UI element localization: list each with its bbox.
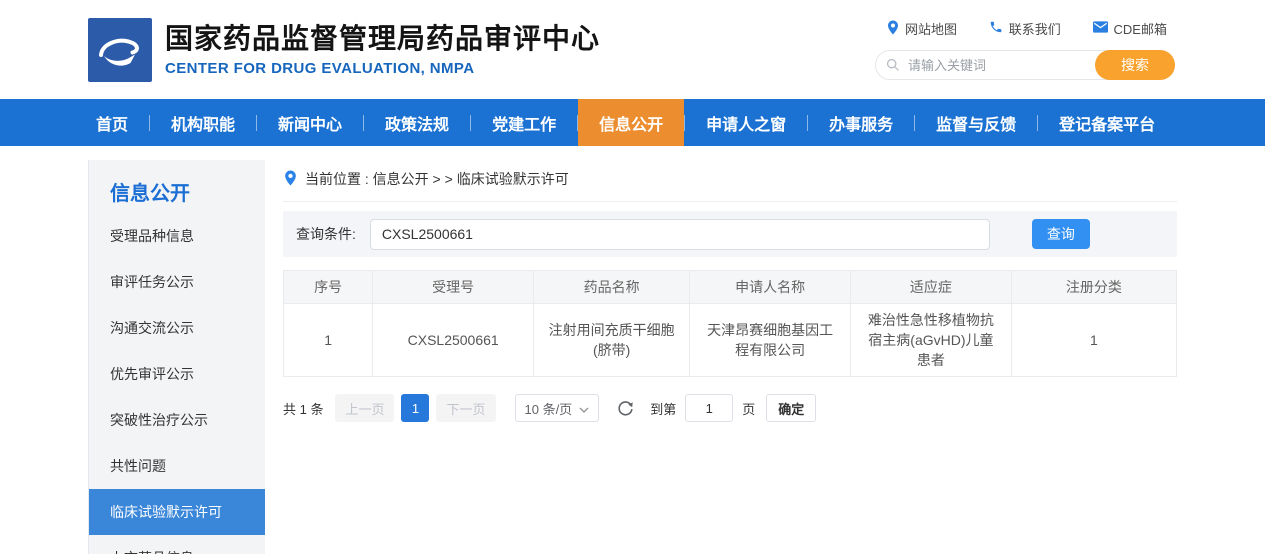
cell-index: 1	[284, 304, 373, 377]
site-header: 国家药品监督管理局药品审评中心 CENTER FOR DRUG EVALUATI…	[0, 0, 1265, 99]
nav-item-party-building[interactable]: 党建工作	[471, 99, 577, 146]
goto-page-suffix: 页	[742, 399, 755, 418]
nav-item-services[interactable]: 办事服务	[808, 99, 914, 146]
col-header-drug-name: 药品名称	[534, 271, 690, 304]
phone-icon	[989, 20, 1003, 37]
nav-item-info-disclosure[interactable]: 信息公开	[578, 99, 684, 146]
cde-logo-icon	[88, 18, 152, 82]
query-condition-input[interactable]	[370, 219, 990, 250]
sidebar-item-breakthrough-therapy[interactable]: 突破性治疗公示	[89, 397, 265, 443]
main-panel: 当前位置 : 信息公开 > > 临床试验默示许可 查询条件: 查询 序号	[283, 160, 1177, 554]
refresh-icon[interactable]	[617, 400, 634, 417]
cell-drug-name: 注射用间充质干细胞(脐带)	[534, 304, 690, 377]
nav-item-supervision-feedback[interactable]: 监督与反馈	[915, 99, 1037, 146]
link-sitemap-label: 网站地图	[905, 19, 957, 38]
site-subtitle: CENTER FOR DRUG EVALUATION, NMPA	[165, 60, 600, 77]
nav-item-home[interactable]: 首页	[88, 99, 149, 146]
nav-item-policy[interactable]: 政策法规	[364, 99, 470, 146]
brand[interactable]: 国家药品监督管理局药品审评中心 CENTER FOR DRUG EVALUATI…	[88, 18, 600, 82]
query-label: 查询条件:	[296, 224, 356, 244]
col-header-index: 序号	[284, 271, 373, 304]
sidebar-item-communication[interactable]: 沟通交流公示	[89, 305, 265, 351]
main-nav: 首页 机构职能 新闻中心 政策法规 党建工作 信息公开 申请人之窗 办事服务 监…	[0, 99, 1265, 146]
pagination-total: 共 1 条	[283, 399, 323, 418]
page-number-1[interactable]: 1	[401, 394, 429, 422]
sidebar-item-marketed-drugs[interactable]: 上市药品信息	[89, 535, 265, 554]
nav-item-registration-platform[interactable]: 登记备案平台	[1038, 99, 1176, 146]
sidebar-item-clinical-trial-implied-license[interactable]: 临床试验默示许可	[89, 489, 265, 535]
link-cde-mail-label: CDE邮箱	[1114, 19, 1167, 38]
query-panel: 查询条件: 查询	[283, 211, 1177, 257]
col-header-acceptance-no: 受理号	[373, 271, 534, 304]
sidebar: 信息公开 受理品种信息 审评任务公示 沟通交流公示 优先审评公示 突破性治疗公示…	[88, 160, 265, 554]
header-right: 网站地图 联系我们 CDE邮箱	[875, 19, 1177, 80]
table-row: 1 CXSL2500661 注射用间充质干细胞(脐带) 天津昂赛细胞基因工程有限…	[284, 304, 1177, 377]
brand-text: 国家药品监督管理局药品审评中心 CENTER FOR DRUG EVALUATI…	[165, 23, 600, 77]
prev-page-button[interactable]: 上一页	[335, 394, 394, 422]
pagination: 共 1 条 上一页 1 下一页 10 条/页 到第 页	[283, 394, 1177, 422]
next-page-button[interactable]: 下一页	[436, 394, 495, 422]
breadcrumb: 当前位置 : 信息公开 > > 临床试验默示许可	[283, 160, 1177, 202]
page: 国家药品监督管理局药品审评中心 CENTER FOR DRUG EVALUATI…	[0, 0, 1265, 554]
sidebar-title: 信息公开	[89, 160, 265, 213]
sidebar-item-priority-review[interactable]: 优先审评公示	[89, 351, 265, 397]
page-size-value: 10 条/页	[525, 399, 573, 418]
cell-acceptance-no: CXSL2500661	[373, 304, 534, 377]
col-header-registration-class: 注册分类	[1011, 271, 1176, 304]
cell-registration-class: 1	[1011, 304, 1176, 377]
cell-applicant: 天津昂赛细胞基因工程有限公司	[690, 304, 851, 377]
header-links: 网站地图 联系我们 CDE邮箱	[875, 19, 1177, 38]
breadcrumb-pin-icon	[284, 170, 297, 189]
breadcrumb-text: 当前位置 : 信息公开 > > 临床试验默示许可	[305, 169, 569, 189]
link-cde-mail[interactable]: CDE邮箱	[1093, 19, 1167, 38]
link-contact-label: 联系我们	[1009, 19, 1061, 38]
link-sitemap[interactable]: 网站地图	[887, 19, 957, 38]
goto-page-input[interactable]	[685, 394, 733, 422]
search-icon	[886, 58, 900, 77]
link-contact[interactable]: 联系我们	[989, 19, 1061, 38]
query-button[interactable]: 查询	[1032, 219, 1090, 249]
col-header-applicant: 申请人名称	[690, 271, 851, 304]
col-header-indication: 适应症	[851, 271, 1012, 304]
confirm-button[interactable]: 确定	[766, 394, 816, 422]
envelope-icon	[1093, 21, 1108, 36]
sidebar-item-common-issues[interactable]: 共性问题	[89, 443, 265, 489]
sidebar-item-review-tasks[interactable]: 审评任务公示	[89, 259, 265, 305]
sidebar-item-accepted-varieties[interactable]: 受理品种信息	[89, 213, 265, 259]
chevron-down-icon	[579, 401, 589, 416]
nav-item-news[interactable]: 新闻中心	[257, 99, 363, 146]
site-title: 国家药品监督管理局药品审评中心	[165, 23, 600, 55]
results-table: 序号 受理号 药品名称 申请人名称 适应症 注册分类 1 CXSL2500661	[283, 270, 1177, 377]
search-button[interactable]: 搜索	[1095, 50, 1175, 80]
nav-item-organization[interactable]: 机构职能	[150, 99, 256, 146]
location-pin-icon	[887, 20, 899, 38]
page-size-select[interactable]: 10 条/页	[515, 394, 600, 422]
header-search: 搜索	[875, 50, 1175, 80]
table-header-row: 序号 受理号 药品名称 申请人名称 适应症 注册分类	[284, 271, 1177, 304]
content: 信息公开 受理品种信息 审评任务公示 沟通交流公示 优先审评公示 突破性治疗公示…	[0, 146, 1265, 554]
goto-page-label: 到第	[650, 399, 676, 418]
nav-item-applicant-window[interactable]: 申请人之窗	[685, 99, 807, 146]
cell-indication: 难治性急性移植物抗宿主病(aGvHD)儿童患者	[851, 304, 1012, 377]
